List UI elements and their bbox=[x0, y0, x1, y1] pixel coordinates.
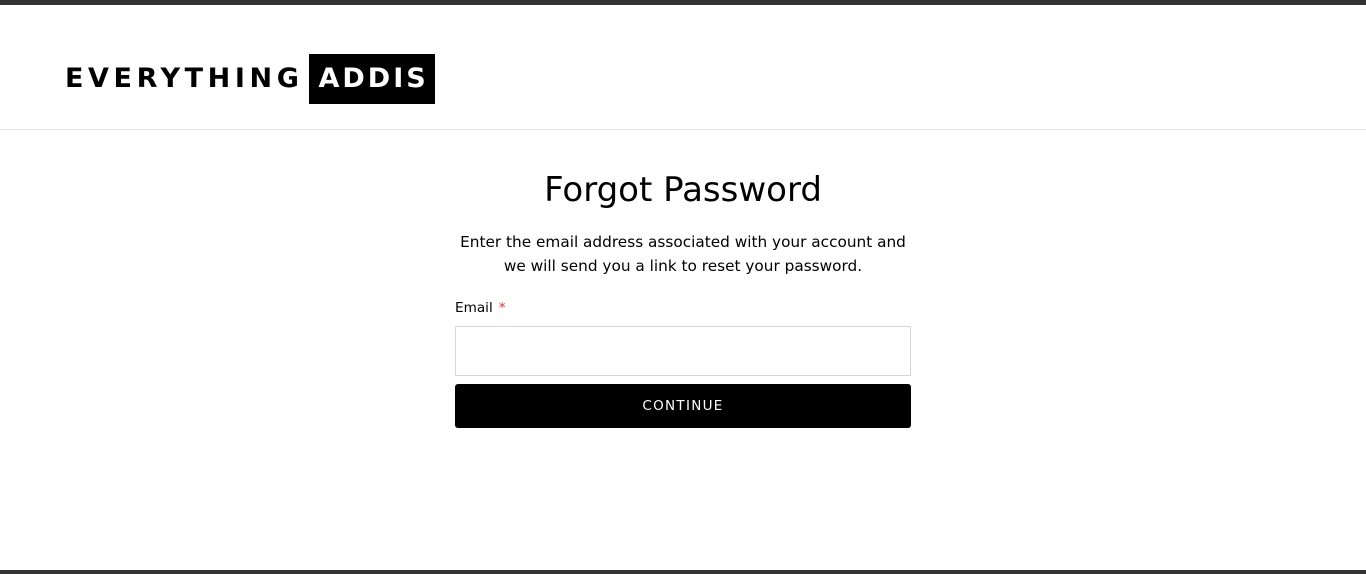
page-title: Forgot Password bbox=[544, 170, 822, 210]
email-label-text: Email bbox=[455, 300, 493, 316]
required-marker: * bbox=[498, 300, 506, 316]
form-description: Enter the email address associated with … bbox=[460, 233, 906, 275]
logo-text-primary: EVERYTHING bbox=[65, 63, 304, 94]
site-logo[interactable]: EVERYTHING ADDIS bbox=[65, 54, 435, 104]
site-header: EVERYTHING ADDIS bbox=[0, 5, 1366, 130]
email-label: Email * bbox=[455, 298, 506, 318]
logo-text-highlight: ADDIS bbox=[309, 54, 435, 104]
bottom-frame-bar bbox=[0, 570, 1366, 574]
email-field[interactable] bbox=[455, 326, 911, 376]
continue-button[interactable]: CONTINUE bbox=[455, 384, 911, 428]
